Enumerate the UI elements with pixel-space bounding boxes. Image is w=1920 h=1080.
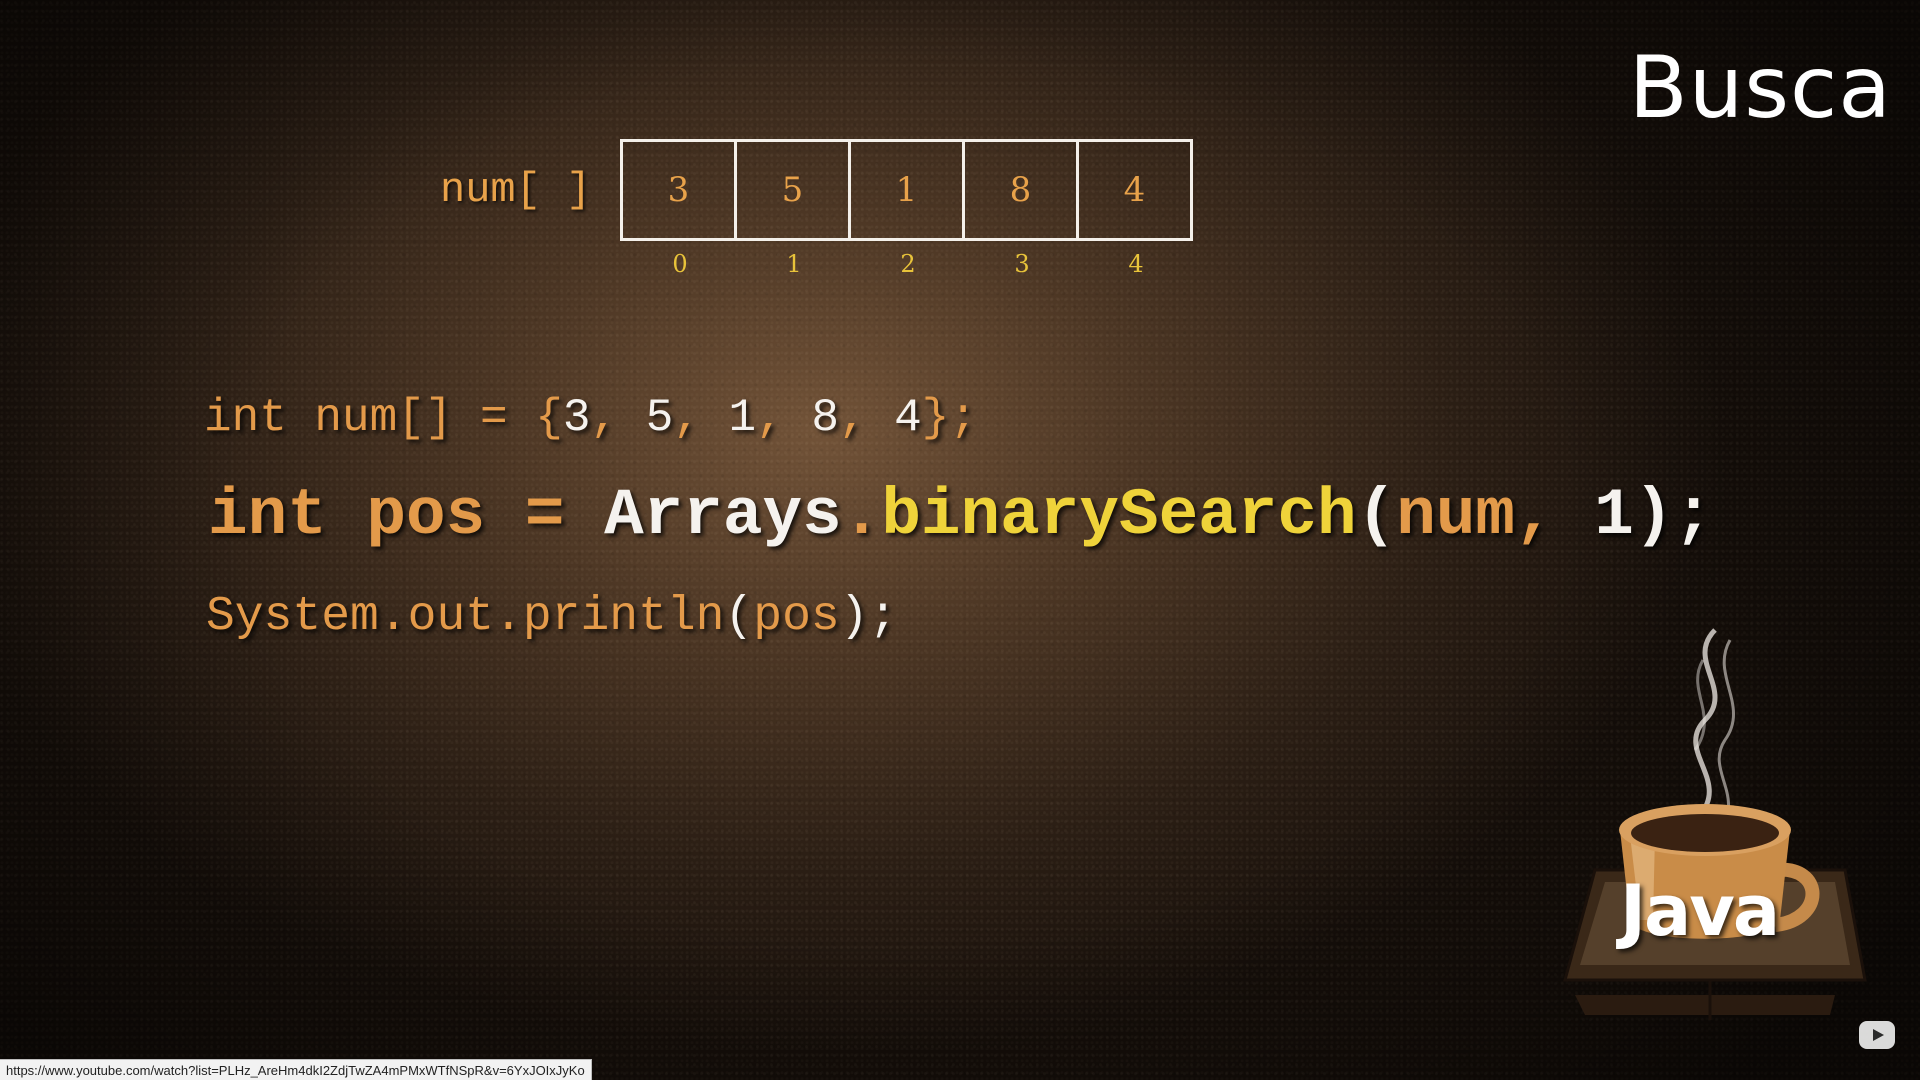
array-cell: 3 <box>623 142 737 238</box>
code-token: 8 <box>811 392 839 444</box>
code-token: 3 <box>562 392 591 444</box>
code-token: ( <box>1356 478 1397 553</box>
code-token: ); <box>839 590 898 644</box>
code-token: . <box>841 478 882 553</box>
code-token: 4 <box>894 392 922 444</box>
video-frame[interactable]: Busca num[ ] 3 5 1 8 4 0 1 2 3 4 int num… <box>0 0 1920 1080</box>
array-label: num[ ] <box>440 166 592 214</box>
code-token: binarySearch <box>881 478 1357 553</box>
youtube-logo-icon[interactable] <box>1858 1020 1896 1050</box>
code-line-array-declaration: int num[] = {3, 5, 1, 8, 4}; <box>204 392 977 444</box>
code-token: int num[] = { <box>204 392 563 444</box>
status-bar-url: https://www.youtube.com/watch?list=PLHz_… <box>0 1059 592 1080</box>
array-indices: 0 1 2 3 4 <box>623 250 1193 278</box>
array-cell: 4 <box>1123 170 1146 210</box>
array-index: 3 <box>1014 250 1030 278</box>
code-token: , <box>838 392 895 444</box>
array-index: 0 <box>672 250 688 278</box>
code-token: , <box>673 392 729 444</box>
code-token: }; <box>921 392 977 444</box>
array-cell: 8 <box>965 142 1079 238</box>
coffee-cup-icon <box>1563 628 1867 1020</box>
code-token: 1); <box>1554 478 1714 553</box>
code-line-println: System.out.println(pos); <box>206 590 897 644</box>
code-line-binary-search: int pos = Arrays.binarySearch(num, 1); <box>208 478 1713 553</box>
code-token: int pos = <box>208 478 605 553</box>
code-token: Arrays <box>604 478 842 553</box>
array-index: 1 <box>786 250 802 278</box>
code-token: , <box>756 392 812 444</box>
slide-title: Busca <box>1628 38 1892 138</box>
array-cell: 5 <box>737 142 851 238</box>
code-token: num, <box>1396 478 1555 553</box>
java-logo-text: Java <box>1620 870 1780 952</box>
array-diagram: 3 5 1 8 4 <box>620 139 1193 241</box>
code-token: pos <box>753 590 840 644</box>
code-token: System.out.println <box>206 590 725 644</box>
code-token: 1 <box>728 392 757 444</box>
code-token: ( <box>724 590 754 644</box>
array-index: 2 <box>900 250 916 278</box>
java-coffee-logo: Java <box>1535 620 1875 1040</box>
array-cell: 1 <box>851 142 965 238</box>
code-token: , <box>590 392 646 444</box>
code-token: 5 <box>645 392 674 444</box>
array-index: 4 <box>1128 250 1144 278</box>
